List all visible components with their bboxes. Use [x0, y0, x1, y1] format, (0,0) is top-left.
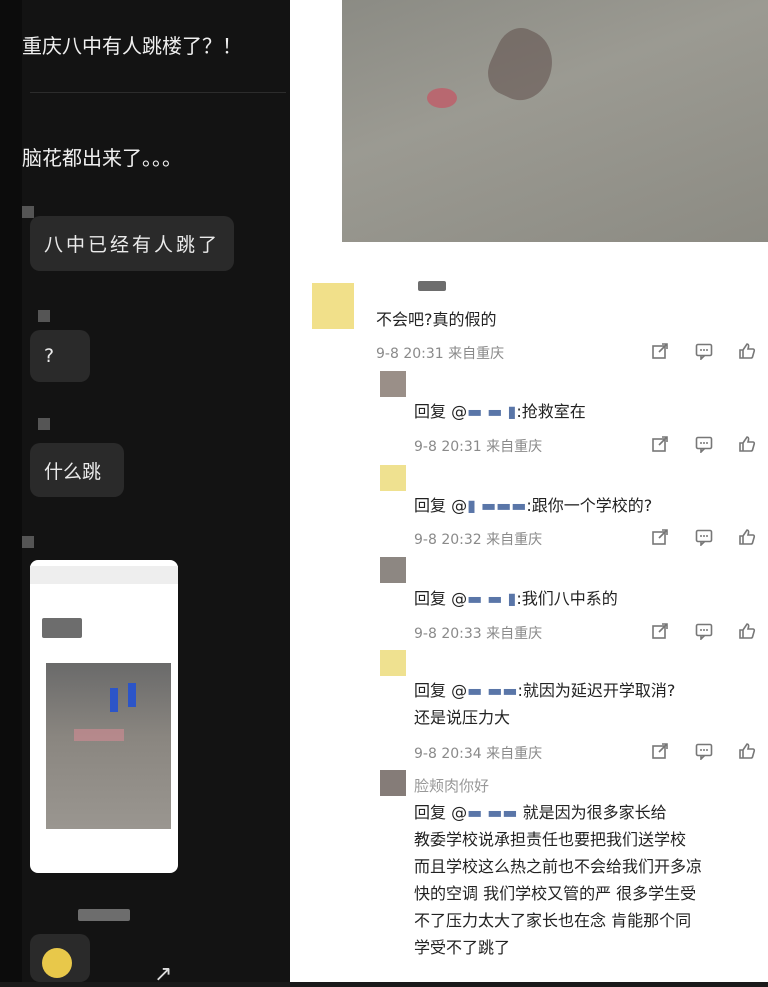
chat-bubble[interactable]: ?: [30, 330, 90, 382]
avatar[interactable]: [380, 770, 406, 796]
comment-time: 9-8 20:32 来自重庆: [414, 532, 543, 548]
chat-bubble[interactable]: 什么跳: [30, 443, 124, 497]
chat-panel: 重庆八中有人跳楼了？！ 脑花都出来了。。。 八中已经有人跳了 ? 什么跳 ↗: [0, 0, 290, 987]
image-message[interactable]: [30, 560, 178, 873]
comment-time: 9-8 20:31 来自重庆: [414, 439, 543, 455]
comment-icon[interactable]: [694, 528, 714, 546]
news-photo: [290, 0, 768, 275]
comment-text: 回复 @▬ ▬ ▮:我们八中系的: [414, 589, 618, 608]
share-icon[interactable]: [650, 622, 670, 640]
comment-text: 还是说压力大: [414, 708, 511, 727]
comment-text: 而且学校这么热之前也不会给我们开多凉: [414, 857, 703, 876]
comment-text: 快的空调 我们学校又管的严 很多学生受: [414, 884, 697, 903]
like-icon[interactable]: [737, 342, 757, 360]
avatar[interactable]: [380, 650, 406, 676]
stain: [480, 20, 564, 110]
avatar[interactable]: [380, 371, 406, 397]
avatar: [22, 206, 34, 218]
comment-text: 回复 @▬ ▬▬:就因为延迟开学取消?: [414, 681, 676, 700]
divider: [30, 92, 286, 93]
chat-message: 重庆八中有人跳楼了？！: [22, 34, 242, 58]
comment-time: 9-8 20:34 来自重庆: [414, 746, 543, 762]
like-icon[interactable]: [737, 528, 757, 546]
comment-icon[interactable]: [694, 435, 714, 453]
avatar: [38, 310, 50, 322]
chat-bubble[interactable]: 八中已经有人跳了: [30, 216, 234, 271]
comment-time: 9-8 20:31 来自重庆: [376, 346, 505, 362]
comment-text: 不了压力太大了家长也在念 肯能那个同: [414, 911, 692, 930]
like-icon[interactable]: [737, 742, 757, 760]
avatar[interactable]: [380, 557, 406, 583]
chat-message: 脑花都出来了。。。: [22, 146, 182, 170]
emoji-icon: [42, 948, 72, 978]
pavement: [342, 0, 768, 242]
like-icon[interactable]: [737, 435, 757, 453]
avatar[interactable]: [312, 283, 354, 329]
blurred-name: [78, 909, 130, 921]
comment-text: 回复 @▮ ▬▬▬:跟你一个学校的?: [414, 496, 653, 515]
comment-text: 学受不了跳了: [414, 938, 511, 957]
comment-text: 回复 @▬ ▬ ▮:抢救室在: [414, 402, 586, 421]
blob: [427, 88, 457, 108]
status-bar: [30, 566, 178, 584]
chat-edge: [0, 0, 22, 982]
comment-icon[interactable]: [694, 742, 714, 760]
avatar: [38, 418, 50, 430]
comment-text: 回复 @▬ ▬▬ 就是因为很多家长给: [414, 803, 667, 822]
comment-icon[interactable]: [694, 622, 714, 640]
comment-text: 不会吧?真的假的: [376, 310, 497, 329]
traffic-cone-icon: [110, 688, 118, 712]
share-icon[interactable]: [650, 435, 670, 453]
share-icon[interactable]: [650, 528, 670, 546]
blurred-region: [74, 729, 124, 741]
comment-time: 9-8 20:33 来自重庆: [414, 626, 543, 642]
like-icon[interactable]: [737, 622, 757, 640]
traffic-cone-icon: [128, 683, 136, 707]
avatar[interactable]: [380, 465, 406, 491]
comment-author[interactable]: 脸颊肉你好: [414, 775, 489, 796]
share-icon[interactable]: ↗: [154, 962, 172, 987]
avatar: [22, 536, 34, 548]
comment-text: 教委学校说承担责任也要把我们送学校: [414, 830, 687, 849]
comment-icon[interactable]: [694, 342, 714, 360]
share-icon[interactable]: [650, 742, 670, 760]
blurred-name: [418, 281, 446, 291]
photo: [46, 663, 171, 829]
share-icon[interactable]: [650, 342, 670, 360]
sticker-message[interactable]: [30, 934, 90, 982]
blurred-avatar: [42, 618, 82, 638]
